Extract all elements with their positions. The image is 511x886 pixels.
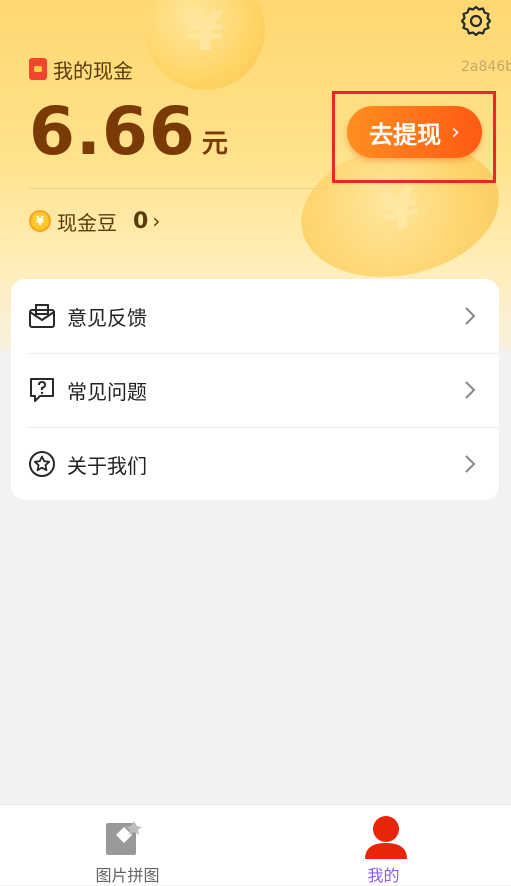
menu-item-faq[interactable]: 常见问题 (11, 353, 499, 427)
chevron-right-icon: › (451, 119, 460, 145)
chevron-right-icon (465, 381, 476, 399)
yen-coin-icon: ¥ (29, 210, 51, 232)
menu-item-about[interactable]: 关于我们 (11, 427, 499, 501)
question-bubble-icon (30, 378, 54, 402)
menu-item-label: 意见反馈 (67, 305, 147, 330)
bottom-tab-bar: 图片拼图 我的 (0, 804, 511, 885)
tab-mine[interactable]: 我的 (256, 805, 511, 885)
chevron-right-icon: › (152, 209, 161, 233)
mail-icon (29, 304, 55, 328)
tab-label: 我的 (367, 866, 400, 885)
divider (29, 188, 329, 189)
withdraw-label: 去提现 (369, 120, 442, 149)
user-icon (365, 816, 407, 859)
cash-amount-row: 6.66 元 (29, 92, 228, 172)
menu-item-label: 常见问题 (67, 379, 147, 404)
menu-item-feedback[interactable]: 意见反馈 (11, 279, 499, 353)
cash-amount: 6.66 (29, 93, 196, 170)
menu-card: 意见反馈 常见问题 关于我们 (11, 279, 499, 500)
cash-beans-value: 0 (133, 208, 149, 234)
chevron-right-icon (465, 307, 476, 325)
coin-decoration: ¥ (145, 0, 265, 90)
star-circle-icon (29, 451, 55, 477)
withdraw-button[interactable]: 去提现 › (347, 106, 482, 158)
settings-gear-icon[interactable] (460, 4, 492, 36)
user-id: 2a846b (461, 59, 511, 75)
tab-label: 图片拼图 (95, 866, 160, 885)
tab-puzzle[interactable]: 图片拼图 (0, 805, 255, 885)
cash-beans-label: 现金豆 (57, 210, 117, 235)
menu-item-label: 关于我们 (67, 453, 147, 478)
chevron-right-icon (465, 455, 476, 473)
red-packet-icon (29, 58, 47, 80)
cash-label: 我的现金 (53, 58, 133, 83)
puzzle-image-icon (106, 821, 142, 855)
cash-beans-row[interactable]: ¥ 现金豆 0 › (29, 207, 160, 235)
cash-amount-unit: 元 (201, 129, 228, 159)
cash-label-row: 我的现金 (29, 57, 133, 83)
